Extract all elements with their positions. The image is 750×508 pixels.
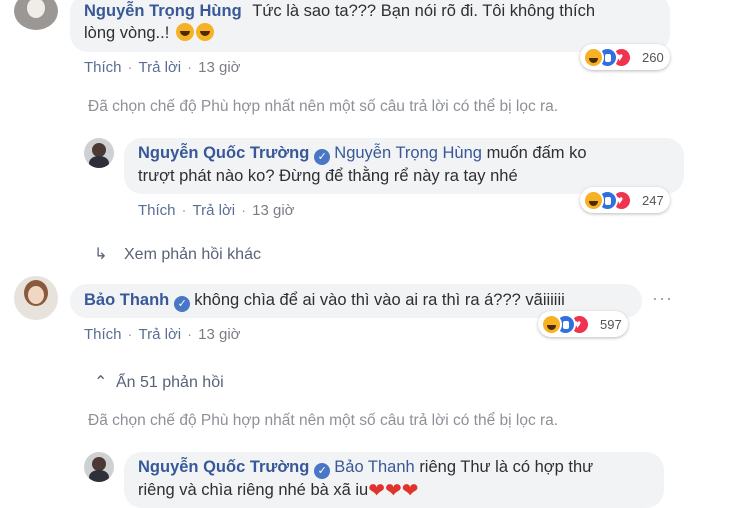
comment-author[interactable]: Nguyễn Quốc Trường bbox=[138, 458, 309, 476]
heart-emoji-icon: ❤ bbox=[368, 480, 386, 502]
reply-link[interactable]: Trả lời bbox=[139, 59, 182, 76]
reaction-summary[interactable]: 247 bbox=[580, 187, 670, 213]
heart-emoji-icon: ❤ bbox=[401, 480, 419, 502]
comment-text-line2: lòng vòng..! bbox=[84, 24, 170, 42]
reaction-summary[interactable]: 597 bbox=[538, 311, 628, 337]
comment-bubble-2: Nguyễn Quốc Trường ✓ Nguyễn Trọng Hùng muố… bbox=[124, 138, 684, 194]
comment-text-line2: trượt phát nào ko? Đừng để thằng rể này … bbox=[138, 167, 518, 185]
view-more-replies-label: Xem phản hồi khác bbox=[124, 246, 261, 263]
comment-text: Tức là sao ta??? Bạn nói rõ đi. Tôi khôn… bbox=[252, 2, 596, 20]
mention-link[interactable]: Bảo Thanh bbox=[334, 458, 414, 476]
like-link[interactable]: Thích bbox=[138, 202, 176, 219]
verified-badge-icon: ✓ bbox=[314, 149, 331, 165]
comment-bubble-1: Nguyễn Trọng Hùng Tức là sao ta??? Bạn n… bbox=[70, 0, 670, 52]
view-more-replies[interactable]: ↳ Xem phản hồi khác bbox=[94, 244, 261, 264]
reply-arrow-icon: ↳ bbox=[94, 246, 108, 263]
comment-time[interactable]: 13 giờ bbox=[252, 202, 294, 219]
comment-actions: Thích · Trả lời · 13 giờ bbox=[138, 202, 295, 219]
comment-options-icon[interactable]: ··· bbox=[652, 288, 673, 309]
comment-actions: Thích · Trả lời · 13 giờ bbox=[84, 326, 241, 343]
filter-notice: Đã chọn chế độ Phù hợp nhất nên một số c… bbox=[88, 412, 559, 429]
comment-time[interactable]: 13 giờ bbox=[198, 59, 240, 76]
reaction-count: 247 bbox=[642, 192, 664, 208]
comment-author[interactable]: Bảo Thanh bbox=[84, 291, 169, 309]
hide-replies-label: Ẩn 51 phản hồi bbox=[116, 374, 224, 391]
haha-reaction-icon bbox=[583, 189, 604, 211]
grinning-emoji-icon bbox=[195, 23, 214, 41]
hide-replies[interactable]: ⌃ Ẩn 51 phản hồi bbox=[94, 372, 224, 392]
comment-time[interactable]: 13 giờ bbox=[198, 326, 240, 343]
comment-actions: Thích · Trả lời · 13 giờ bbox=[84, 59, 241, 76]
chevron-up-icon: ⌃ bbox=[94, 374, 108, 391]
comment-text-line2: riêng và chìa riêng nhé bà xã iu bbox=[138, 481, 369, 499]
reaction-count: 260 bbox=[642, 49, 664, 65]
reply-link[interactable]: Trả lời bbox=[139, 326, 182, 343]
haha-reaction-icon bbox=[541, 313, 562, 335]
verified-badge-icon: ✓ bbox=[314, 463, 331, 479]
like-link[interactable]: Thích bbox=[84, 326, 122, 343]
heart-emoji-icon: ❤ bbox=[385, 480, 402, 502]
avatar-nguyen-trong-hung[interactable] bbox=[14, 0, 58, 30]
reply-link[interactable]: Trả lời bbox=[193, 202, 236, 219]
avatar-nguyen-quoc-truong[interactable] bbox=[84, 452, 114, 482]
haha-reaction-icon bbox=[583, 46, 604, 68]
avatar-bao-thanh[interactable] bbox=[14, 276, 58, 320]
like-link[interactable]: Thích bbox=[84, 59, 122, 76]
reaction-count: 597 bbox=[600, 316, 622, 332]
reaction-summary[interactable]: 260 bbox=[580, 44, 670, 70]
grinning-emoji-icon bbox=[175, 23, 194, 41]
verified-badge-icon: ✓ bbox=[174, 296, 191, 312]
comment-text: riêng Thư là có hợp thư bbox=[419, 458, 594, 476]
comment-text: muốn đấm ko bbox=[486, 144, 587, 162]
filter-notice: Đã chọn chế độ Phù hợp nhất nên một số c… bbox=[88, 98, 559, 115]
avatar-nguyen-quoc-truong[interactable] bbox=[84, 138, 114, 168]
mention-link[interactable]: Nguyễn Trọng Hùng bbox=[334, 144, 482, 162]
comment-author[interactable]: Nguyễn Trọng Hùng bbox=[84, 2, 242, 20]
comment-text: không chìa để ai vào thì vào ai ra thì r… bbox=[194, 291, 565, 309]
comment-author[interactable]: Nguyễn Quốc Trường bbox=[138, 144, 309, 162]
